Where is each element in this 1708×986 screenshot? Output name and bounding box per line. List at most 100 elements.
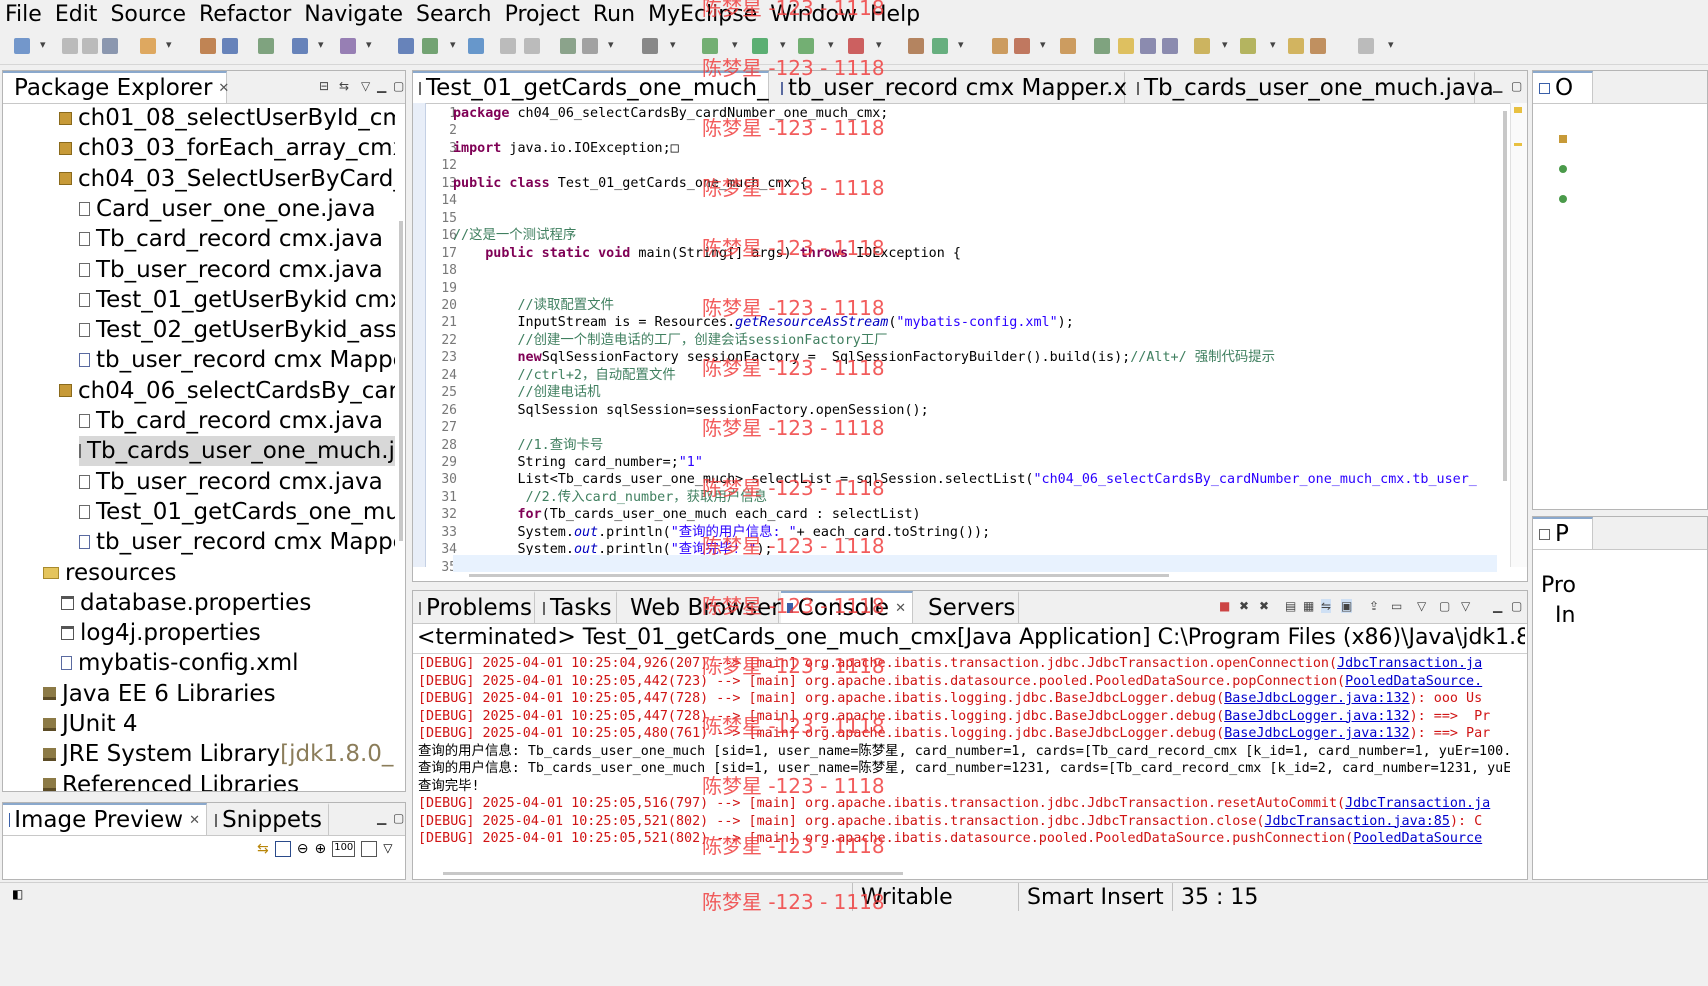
toolbar-button-icon[interactable] — [798, 38, 814, 54]
dropdown-arrow-icon[interactable]: ▾ — [450, 38, 456, 51]
toolbar-button-icon[interactable] — [140, 38, 156, 54]
dropdown-arrow-icon[interactable]: ▾ — [732, 38, 738, 51]
toolbar-button-icon[interactable] — [14, 38, 30, 54]
toolbar-button-icon[interactable] — [702, 38, 718, 54]
toolbar-button-icon[interactable] — [340, 38, 356, 54]
dropdown-arrow-icon[interactable]: ▾ — [318, 38, 324, 51]
tree-item[interactable]: log4j.properties — [61, 618, 261, 648]
toolbar-button-icon[interactable] — [1060, 38, 1076, 54]
toolbar-button-icon[interactable] — [422, 38, 438, 54]
pin-console-icon[interactable]: ⇪ — [1369, 599, 1379, 613]
open-console-icon[interactable]: ▢ — [1439, 599, 1450, 613]
toolbar-button-icon[interactable] — [292, 38, 308, 54]
tab-outline[interactable]: O — [1533, 71, 1593, 103]
menu-source[interactable]: Source — [105, 1, 194, 29]
tree-item[interactable]: Tb_card_record cmx.java — [79, 406, 383, 436]
tree-item[interactable]: ch04_03_SelectUserByCard_one — [59, 164, 395, 194]
close-icon[interactable]: ✕ — [218, 81, 229, 96]
fit-image-icon[interactable] — [274, 841, 291, 857]
tree-item[interactable]: tb_user_record cmx Mapper.x — [79, 527, 395, 557]
dropdown-arrow-icon[interactable]: ▾ — [608, 38, 614, 51]
maximize-icon[interactable]: ▢ — [1511, 599, 1522, 613]
source-link[interactable]: JdbcTransaction.java:85 — [1265, 814, 1450, 829]
tree-item[interactable]: database.properties — [61, 588, 311, 618]
collapse-all-icon[interactable]: ⊟ — [319, 79, 329, 93]
console-hscroll[interactable] — [443, 872, 903, 875]
toolbar-button-icon[interactable] — [932, 38, 948, 54]
tree-item[interactable]: ch04_06_selectCardsBy_cardNu — [59, 376, 395, 406]
menu-window[interactable]: Window — [765, 1, 865, 29]
tree-item[interactable]: Card_user_one_one.java — [79, 194, 376, 224]
dropdown-arrow-icon[interactable]: ▾ — [166, 38, 172, 51]
close-icon[interactable]: ✕ — [189, 813, 200, 828]
toolbar-button-icon[interactable] — [222, 38, 238, 54]
close-icon[interactable]: ✕ — [895, 601, 906, 616]
tree-item[interactable]: JUnit 4 — [43, 709, 138, 739]
toolbar-button-icon[interactable] — [582, 38, 598, 54]
actual-size-icon[interactable]: 100 — [332, 841, 356, 857]
toolbar-button-icon[interactable] — [1240, 38, 1256, 54]
show-console-icon[interactable]: ▣ — [1341, 599, 1353, 613]
tab-servers[interactable]: Servers — [917, 591, 1019, 623]
clear-console-icon[interactable]: ▤ — [1285, 599, 1296, 613]
dropdown-arrow-icon[interactable]: ▾ — [958, 38, 964, 51]
toolbar-button-icon[interactable] — [500, 38, 516, 54]
remove-all-icon[interactable]: ✖ — [1259, 599, 1269, 613]
tree-item[interactable]: Test_01_getCards_one_much_ — [79, 497, 395, 527]
outline-item-icon[interactable] — [1559, 165, 1567, 173]
editor-hscroll[interactable] — [469, 574, 1169, 577]
dropdown-arrow-icon[interactable]: ▾ — [670, 38, 676, 51]
tree-item[interactable]: ch01_08_selectUserById_cmx — [59, 103, 395, 133]
toolbar-button-icon[interactable] — [468, 38, 484, 54]
tree-item[interactable]: Test_01_getUserBykid cmx.jav — [79, 285, 395, 315]
toolbar-button-icon[interactable] — [200, 38, 216, 54]
tree-item[interactable]: Test_02_getUserBykid_associ — [79, 315, 395, 345]
maximize-icon[interactable]: ▢ — [1511, 79, 1522, 93]
editor-tab-cards-user[interactable]: Tb_cards_user_one_much.java — [1131, 71, 1494, 103]
toolbar-button-icon[interactable] — [82, 38, 98, 54]
toolbar-button-icon[interactable] — [992, 38, 1008, 54]
toolbar-button-icon[interactable] — [398, 38, 414, 54]
dropdown-arrow-icon[interactable]: ▾ — [828, 38, 834, 51]
maximize-icon[interactable]: ▢ — [393, 79, 404, 93]
dropdown-arrow-icon[interactable]: ▾ — [780, 38, 786, 51]
tree-item[interactable]: JRE System Library [jdk1.8.0_73] — [43, 739, 395, 769]
minimize-icon[interactable]: ▁ — [1493, 599, 1502, 613]
menu-edit[interactable]: Edit — [50, 1, 106, 29]
view-menu-icon[interactable]: ▽ — [1461, 599, 1470, 613]
tree-item[interactable]: Tb_user_record cmx.java — [79, 255, 383, 285]
dropdown-arrow-icon[interactable]: ▾ — [1040, 38, 1046, 51]
menu-navigate[interactable]: Navigate — [299, 1, 411, 29]
toolbar-button-icon[interactable] — [752, 38, 768, 54]
terminate-icon[interactable]: ■ — [1219, 599, 1230, 613]
toolbar-button-icon[interactable] — [1358, 38, 1374, 54]
menu-file[interactable]: File — [0, 1, 50, 29]
warning-marker[interactable] — [1514, 143, 1522, 146]
toolbar-button-icon[interactable] — [1310, 38, 1326, 54]
toolbar-button-icon[interactable] — [848, 38, 864, 54]
tab-web-browser[interactable]: Web Browser — [619, 591, 781, 623]
fit-window-icon[interactable] — [361, 841, 378, 857]
tab-properties[interactable]: P — [1533, 517, 1593, 549]
tree-item[interactable]: tb_user_record cmx Mapper.x — [79, 345, 395, 375]
toolbar-button-icon[interactable] — [560, 38, 576, 54]
outline-item-icon[interactable] — [1559, 135, 1567, 143]
editor-vscroll[interactable] — [1503, 111, 1507, 481]
minimize-icon[interactable]: ▁ — [377, 811, 386, 825]
tab-console[interactable]: Console ✕ — [781, 591, 913, 623]
menu-myeclipse[interactable]: MyEclipse — [643, 1, 765, 29]
toolbar-button-icon[interactable] — [102, 38, 118, 54]
menu-search[interactable]: Search — [411, 1, 500, 29]
dropdown-arrow-icon[interactable]: ▾ — [876, 38, 882, 51]
tree-item[interactable]: resources — [43, 558, 176, 588]
sync-icon[interactable]: ⇆ — [257, 841, 269, 857]
remove-launch-icon[interactable]: ✖ — [1239, 599, 1249, 613]
view-menu-icon[interactable]: ▽ — [383, 841, 392, 857]
display-console-icon[interactable]: ▭ — [1391, 599, 1402, 613]
menu-run[interactable]: Run — [588, 1, 643, 29]
toolbar-button-icon[interactable] — [1194, 38, 1210, 54]
outline-item-icon[interactable] — [1559, 195, 1567, 203]
toolbar-button-icon[interactable] — [258, 38, 274, 54]
maximize-icon[interactable]: ▢ — [393, 811, 404, 825]
tree-scrollbar[interactable] — [399, 221, 403, 541]
